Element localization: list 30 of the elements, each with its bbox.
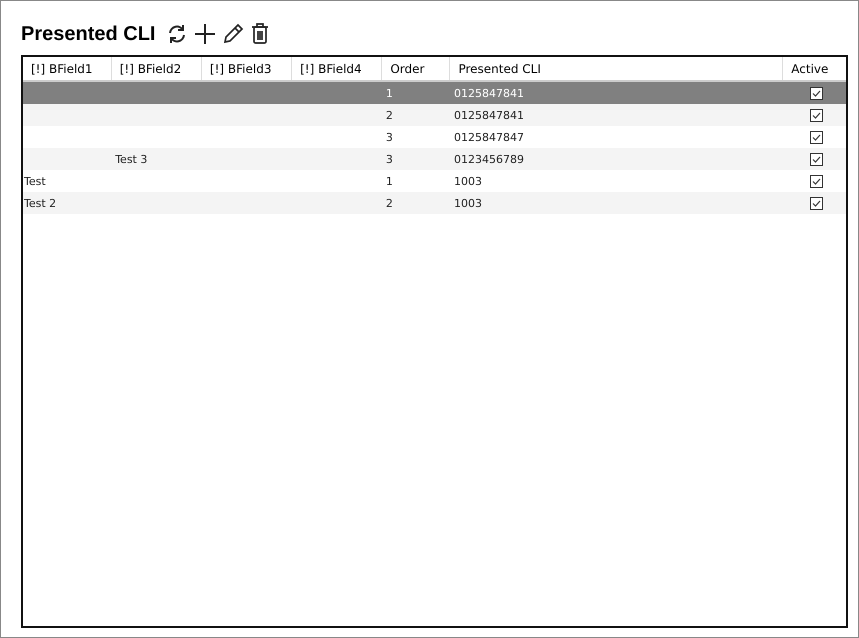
checkbox[interactable] — [810, 196, 823, 210]
checkbox[interactable] — [810, 174, 823, 188]
table-cell: Test 3 — [115, 152, 148, 166]
table-row[interactable]: Test 3 3 0123456789 — [23, 148, 846, 170]
table-row[interactable]: 1 0125847841 — [23, 81, 846, 104]
pencil-icon[interactable] — [221, 22, 246, 46]
table-cell: Test — [24, 174, 46, 188]
table-cell: 3 — [386, 152, 393, 166]
table-cell: 1 — [386, 174, 393, 188]
table-row[interactable]: 3 0125847847 — [23, 126, 846, 148]
checkbox[interactable] — [810, 86, 823, 100]
table-cell: 0125847847 — [454, 130, 524, 144]
checkbox[interactable] — [810, 108, 823, 122]
table-cell: 1003 — [454, 174, 482, 188]
table-cell: 0123456789 — [454, 152, 524, 166]
table-cell: 1003 — [454, 196, 482, 210]
table-row[interactable]: Test 2 2 1003 — [23, 192, 846, 214]
table-row[interactable]: 2 0125847841 — [23, 104, 846, 126]
checkbox[interactable] — [810, 130, 823, 144]
checkbox[interactable] — [810, 152, 823, 166]
table-cell: Test 2 — [24, 196, 56, 210]
table-cell: 2 — [386, 196, 393, 210]
table-cell: 3 — [386, 130, 393, 144]
table-row[interactable]: Test 1 1003 — [23, 170, 846, 192]
table-cell: 2 — [386, 108, 393, 122]
add-icon[interactable] — [193, 22, 218, 46]
table-cell: 1 — [386, 86, 393, 100]
page-title: Presented CLI — [21, 22, 156, 46]
table-cell: 0125847841 — [454, 86, 524, 100]
table-cell: 0125847841 — [454, 108, 524, 122]
